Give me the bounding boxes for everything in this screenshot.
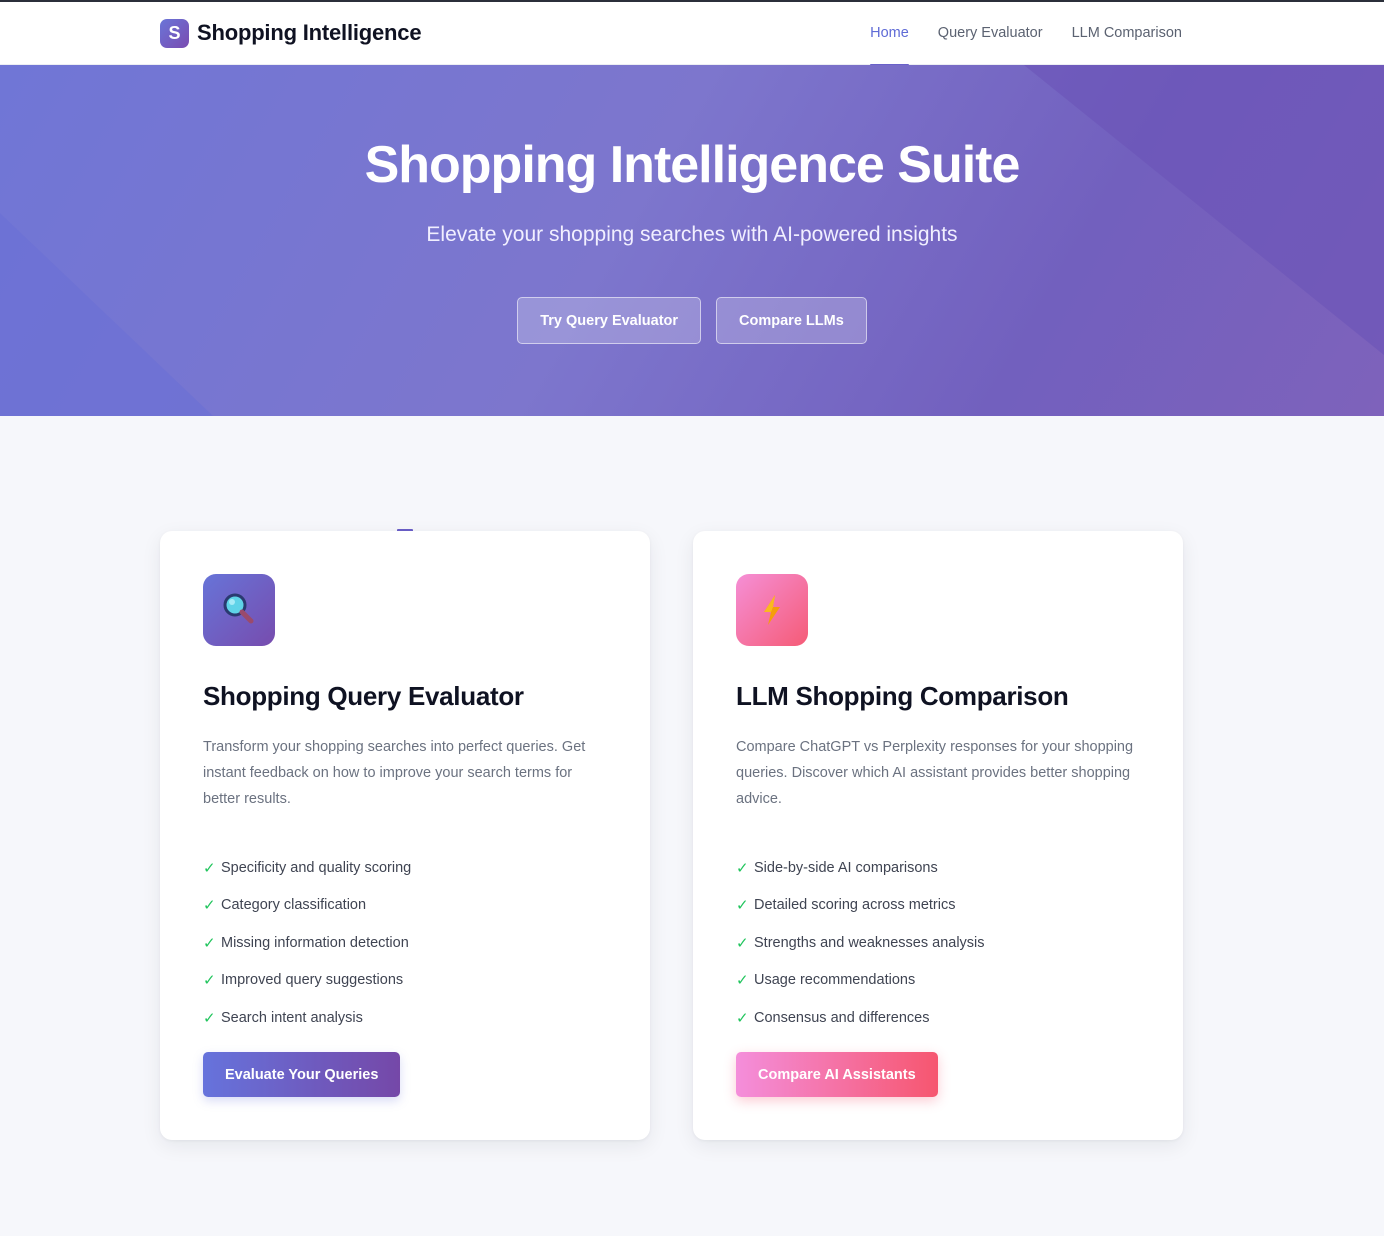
- feature-label: Specificity and quality scoring: [221, 859, 412, 876]
- compare-llms-button[interactable]: Compare LLMs: [716, 297, 867, 344]
- feature-item: ✓ Strengths and weaknesses analysis: [736, 924, 1140, 962]
- check-icon: ✓: [736, 859, 749, 877]
- feature-label: Search intent analysis: [221, 1009, 363, 1026]
- top-navbar: S Shopping Intelligence Home Query Evalu…: [0, 2, 1384, 66]
- feature-label: Strengths and weaknesses analysis: [754, 934, 985, 951]
- check-icon: ✓: [203, 934, 216, 952]
- card-description: Compare ChatGPT vs Perplexity responses …: [736, 739, 1134, 807]
- check-icon: ✓: [203, 897, 216, 915]
- feature-label: Consensus and differences: [754, 1009, 930, 1026]
- hero-decor-shape: [0, 175, 380, 416]
- try-query-evaluator-button[interactable]: Try Query Evaluator: [517, 297, 702, 344]
- feature-label: Detailed scoring across metrics: [754, 897, 956, 914]
- compare-ai-assistants-button[interactable]: Compare AI Assistants: [736, 1052, 938, 1097]
- feature-item: ✓ Usage recommendations: [736, 962, 1140, 1000]
- magnifying-glass-icon: [203, 574, 275, 646]
- brand-logo-icon: S: [160, 18, 189, 48]
- hero-buttons: Try Query Evaluator Compare LLMs: [0, 297, 1384, 344]
- feature-item: ✓ Side-by-side AI comparisons: [736, 849, 1140, 887]
- feature-item: ✓ Search intent analysis: [203, 999, 607, 1037]
- feature-item: ✓ Category classification: [203, 887, 607, 925]
- feature-item: ✓ Detailed scoring across metrics: [736, 887, 1140, 925]
- feature-label: Missing information detection: [221, 934, 409, 951]
- feature-item: ✓ Missing information detection: [203, 924, 607, 962]
- hero-title: Shopping Intelligence Suite: [364, 136, 1021, 194]
- nav-links: Home Query Evaluator LLM Comparison: [870, 2, 1182, 66]
- card-title: Shopping Query Evaluator: [203, 681, 524, 711]
- evaluate-queries-button[interactable]: Evaluate Your Queries: [203, 1052, 401, 1097]
- hero-subtitle: Elevate your shopping searches with AI-p…: [426, 223, 958, 246]
- check-icon: ✓: [736, 897, 749, 915]
- check-icon: ✓: [736, 1009, 749, 1027]
- nav-link-home[interactable]: Home: [870, 2, 909, 66]
- brand[interactable]: S Shopping Intelligence: [160, 18, 422, 48]
- lightning-bolt-icon: [736, 574, 808, 646]
- feature-item: ✓ Improved query suggestions: [203, 962, 607, 1000]
- hero-banner: Shopping Intelligence Suite Elevate your…: [0, 65, 1384, 416]
- check-icon: ✓: [203, 972, 216, 990]
- llm-comparison-card: LLM Shopping Comparison Compare ChatGPT …: [693, 531, 1183, 1140]
- nav-link-query-evaluator[interactable]: Query Evaluator: [938, 2, 1043, 65]
- feature-item: ✓ Specificity and quality scoring: [203, 849, 607, 887]
- nav-link-llm-comparison[interactable]: LLM Comparison: [1072, 2, 1182, 65]
- feature-label: Improved query suggestions: [221, 972, 404, 989]
- feature-item: ✓ Consensus and differences: [736, 999, 1140, 1037]
- feature-label: Usage recommendations: [754, 972, 916, 989]
- check-icon: ✓: [203, 1009, 216, 1027]
- query-evaluator-card: Shopping Query Evaluator Transform your …: [160, 531, 650, 1140]
- feature-label: Side-by-side AI comparisons: [754, 859, 938, 876]
- check-icon: ✓: [203, 859, 216, 877]
- check-icon: ✓: [736, 934, 749, 952]
- card-title: LLM Shopping Comparison: [736, 681, 1069, 711]
- card-description: Transform your shopping searches into pe…: [203, 739, 586, 807]
- brand-name: Shopping Intelligence: [197, 20, 422, 45]
- feature-list: ✓ Side-by-side AI comparisons ✓ Detailed s…: [736, 849, 1140, 1037]
- check-icon: ✓: [736, 972, 749, 990]
- feature-label: Category classification: [221, 897, 367, 914]
- feature-list: ✓ Specificity and quality scoring ✓ Catego…: [203, 849, 607, 1037]
